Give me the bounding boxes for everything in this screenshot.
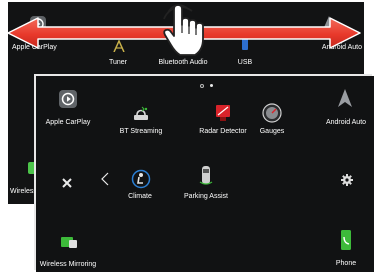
bt-streaming-label: BT Streaming bbox=[119, 128, 163, 135]
gear-icon[interactable] bbox=[341, 173, 353, 186]
phone-label: Phone bbox=[335, 260, 357, 267]
wireless-mirroring-label: Wireless Mirroring bbox=[39, 261, 97, 268]
wireless-mirroring-icon[interactable] bbox=[60, 235, 78, 249]
tuner-label: Tuner bbox=[108, 59, 128, 66]
page-dot-2-active[interactable] bbox=[210, 84, 213, 87]
gauges-icon[interactable] bbox=[262, 103, 282, 123]
climate-label: Climate bbox=[128, 193, 152, 200]
android-auto-label: Android Auto bbox=[325, 119, 367, 126]
apple-carplay-label: Apple CarPlay bbox=[45, 119, 91, 126]
page-dot-1[interactable] bbox=[200, 84, 204, 88]
android-auto-icon[interactable] bbox=[337, 88, 353, 108]
pointing-hand-icon bbox=[158, 3, 210, 59]
gauges-label: Gauges bbox=[259, 128, 285, 135]
radar-detector-label: Radar Detector bbox=[199, 128, 247, 135]
bluetooth-audio-label[interactable]: Bluetooth Audio bbox=[148, 59, 218, 66]
chevron-left-icon[interactable] bbox=[101, 172, 109, 186]
apple-carplay-icon[interactable] bbox=[59, 90, 77, 108]
climate-icon[interactable] bbox=[131, 169, 151, 189]
bt-streaming-icon[interactable] bbox=[132, 106, 150, 122]
close-icon[interactable] bbox=[62, 175, 72, 188]
radar-detector-icon[interactable] bbox=[215, 104, 231, 122]
parking-assist-label: Parking Assist bbox=[184, 193, 228, 200]
phone-icon[interactable] bbox=[340, 229, 352, 251]
front-home-screen: Apple CarPlay BT Streaming Radar Detecto… bbox=[36, 76, 374, 272]
usb-label: USB bbox=[237, 59, 253, 66]
parking-assist-icon[interactable] bbox=[199, 164, 213, 186]
